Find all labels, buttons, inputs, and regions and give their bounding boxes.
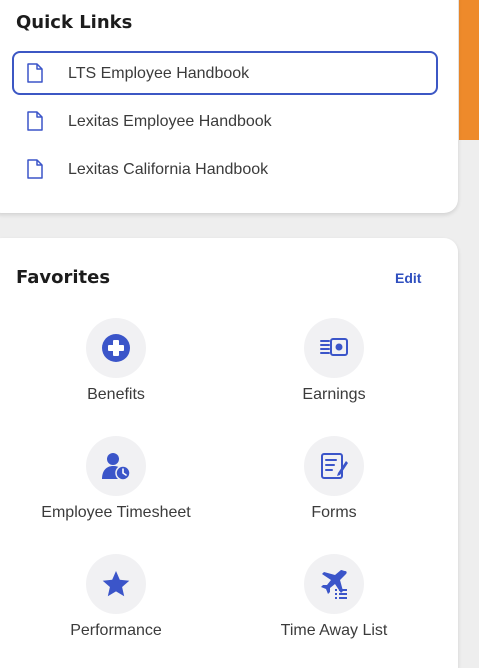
favorite-icon-circle bbox=[304, 318, 364, 378]
favorite-icon-circle bbox=[304, 436, 364, 496]
favorite-benefits[interactable]: Benefits bbox=[21, 318, 211, 418]
favorite-icon-circle bbox=[86, 554, 146, 614]
favorite-label: Employee Timesheet bbox=[41, 504, 191, 521]
favorite-icon-circle bbox=[86, 436, 146, 496]
favorite-performance[interactable]: Performance bbox=[21, 554, 211, 654]
favorite-time-away-list[interactable]: Time Away List bbox=[239, 554, 429, 654]
quick-links-card: Quick Links LTS Employee Handbook Lexita… bbox=[0, 0, 458, 213]
edit-favorites-link[interactable]: Edit bbox=[395, 270, 421, 286]
favorite-label: Benefits bbox=[87, 386, 145, 403]
form-edit-icon bbox=[321, 453, 348, 479]
favorites-card: Favorites Edit Benefits Earnings Employe… bbox=[0, 238, 458, 668]
document-icon bbox=[27, 159, 43, 179]
star-icon bbox=[102, 571, 130, 597]
favorite-icon-circle bbox=[86, 318, 146, 378]
favorite-forms[interactable]: Forms bbox=[239, 436, 429, 536]
document-icon bbox=[27, 63, 43, 83]
quick-link-label: Lexitas California Handbook bbox=[68, 161, 269, 178]
quick-link-lexitas-california-handbook[interactable]: Lexitas California Handbook bbox=[12, 147, 438, 191]
quick-link-label: Lexitas Employee Handbook bbox=[68, 113, 272, 130]
quick-links-title: Quick Links bbox=[16, 12, 133, 33]
favorite-label: Time Away List bbox=[280, 622, 388, 639]
quick-link-lts-employee-handbook[interactable]: LTS Employee Handbook bbox=[12, 51, 438, 95]
favorites-title: Favorites bbox=[16, 267, 111, 288]
plus-circle-icon bbox=[102, 334, 130, 362]
side-accent-bar bbox=[459, 0, 479, 140]
document-icon bbox=[27, 111, 43, 131]
user-clock-icon bbox=[102, 453, 131, 481]
quick-link-lexitas-employee-handbook[interactable]: Lexitas Employee Handbook bbox=[12, 99, 438, 143]
favorite-icon-circle bbox=[304, 554, 364, 614]
quick-link-label: LTS Employee Handbook bbox=[68, 65, 250, 82]
favorite-employee-timesheet[interactable]: Employee Timesheet bbox=[21, 436, 211, 536]
favorite-earnings[interactable]: Earnings bbox=[239, 318, 429, 418]
plane-list-icon bbox=[321, 570, 347, 599]
favorite-label: Forms bbox=[311, 504, 357, 521]
favorite-label: Performance bbox=[70, 622, 162, 639]
favorite-label: Earnings bbox=[302, 386, 366, 403]
money-stack-icon bbox=[320, 338, 348, 356]
